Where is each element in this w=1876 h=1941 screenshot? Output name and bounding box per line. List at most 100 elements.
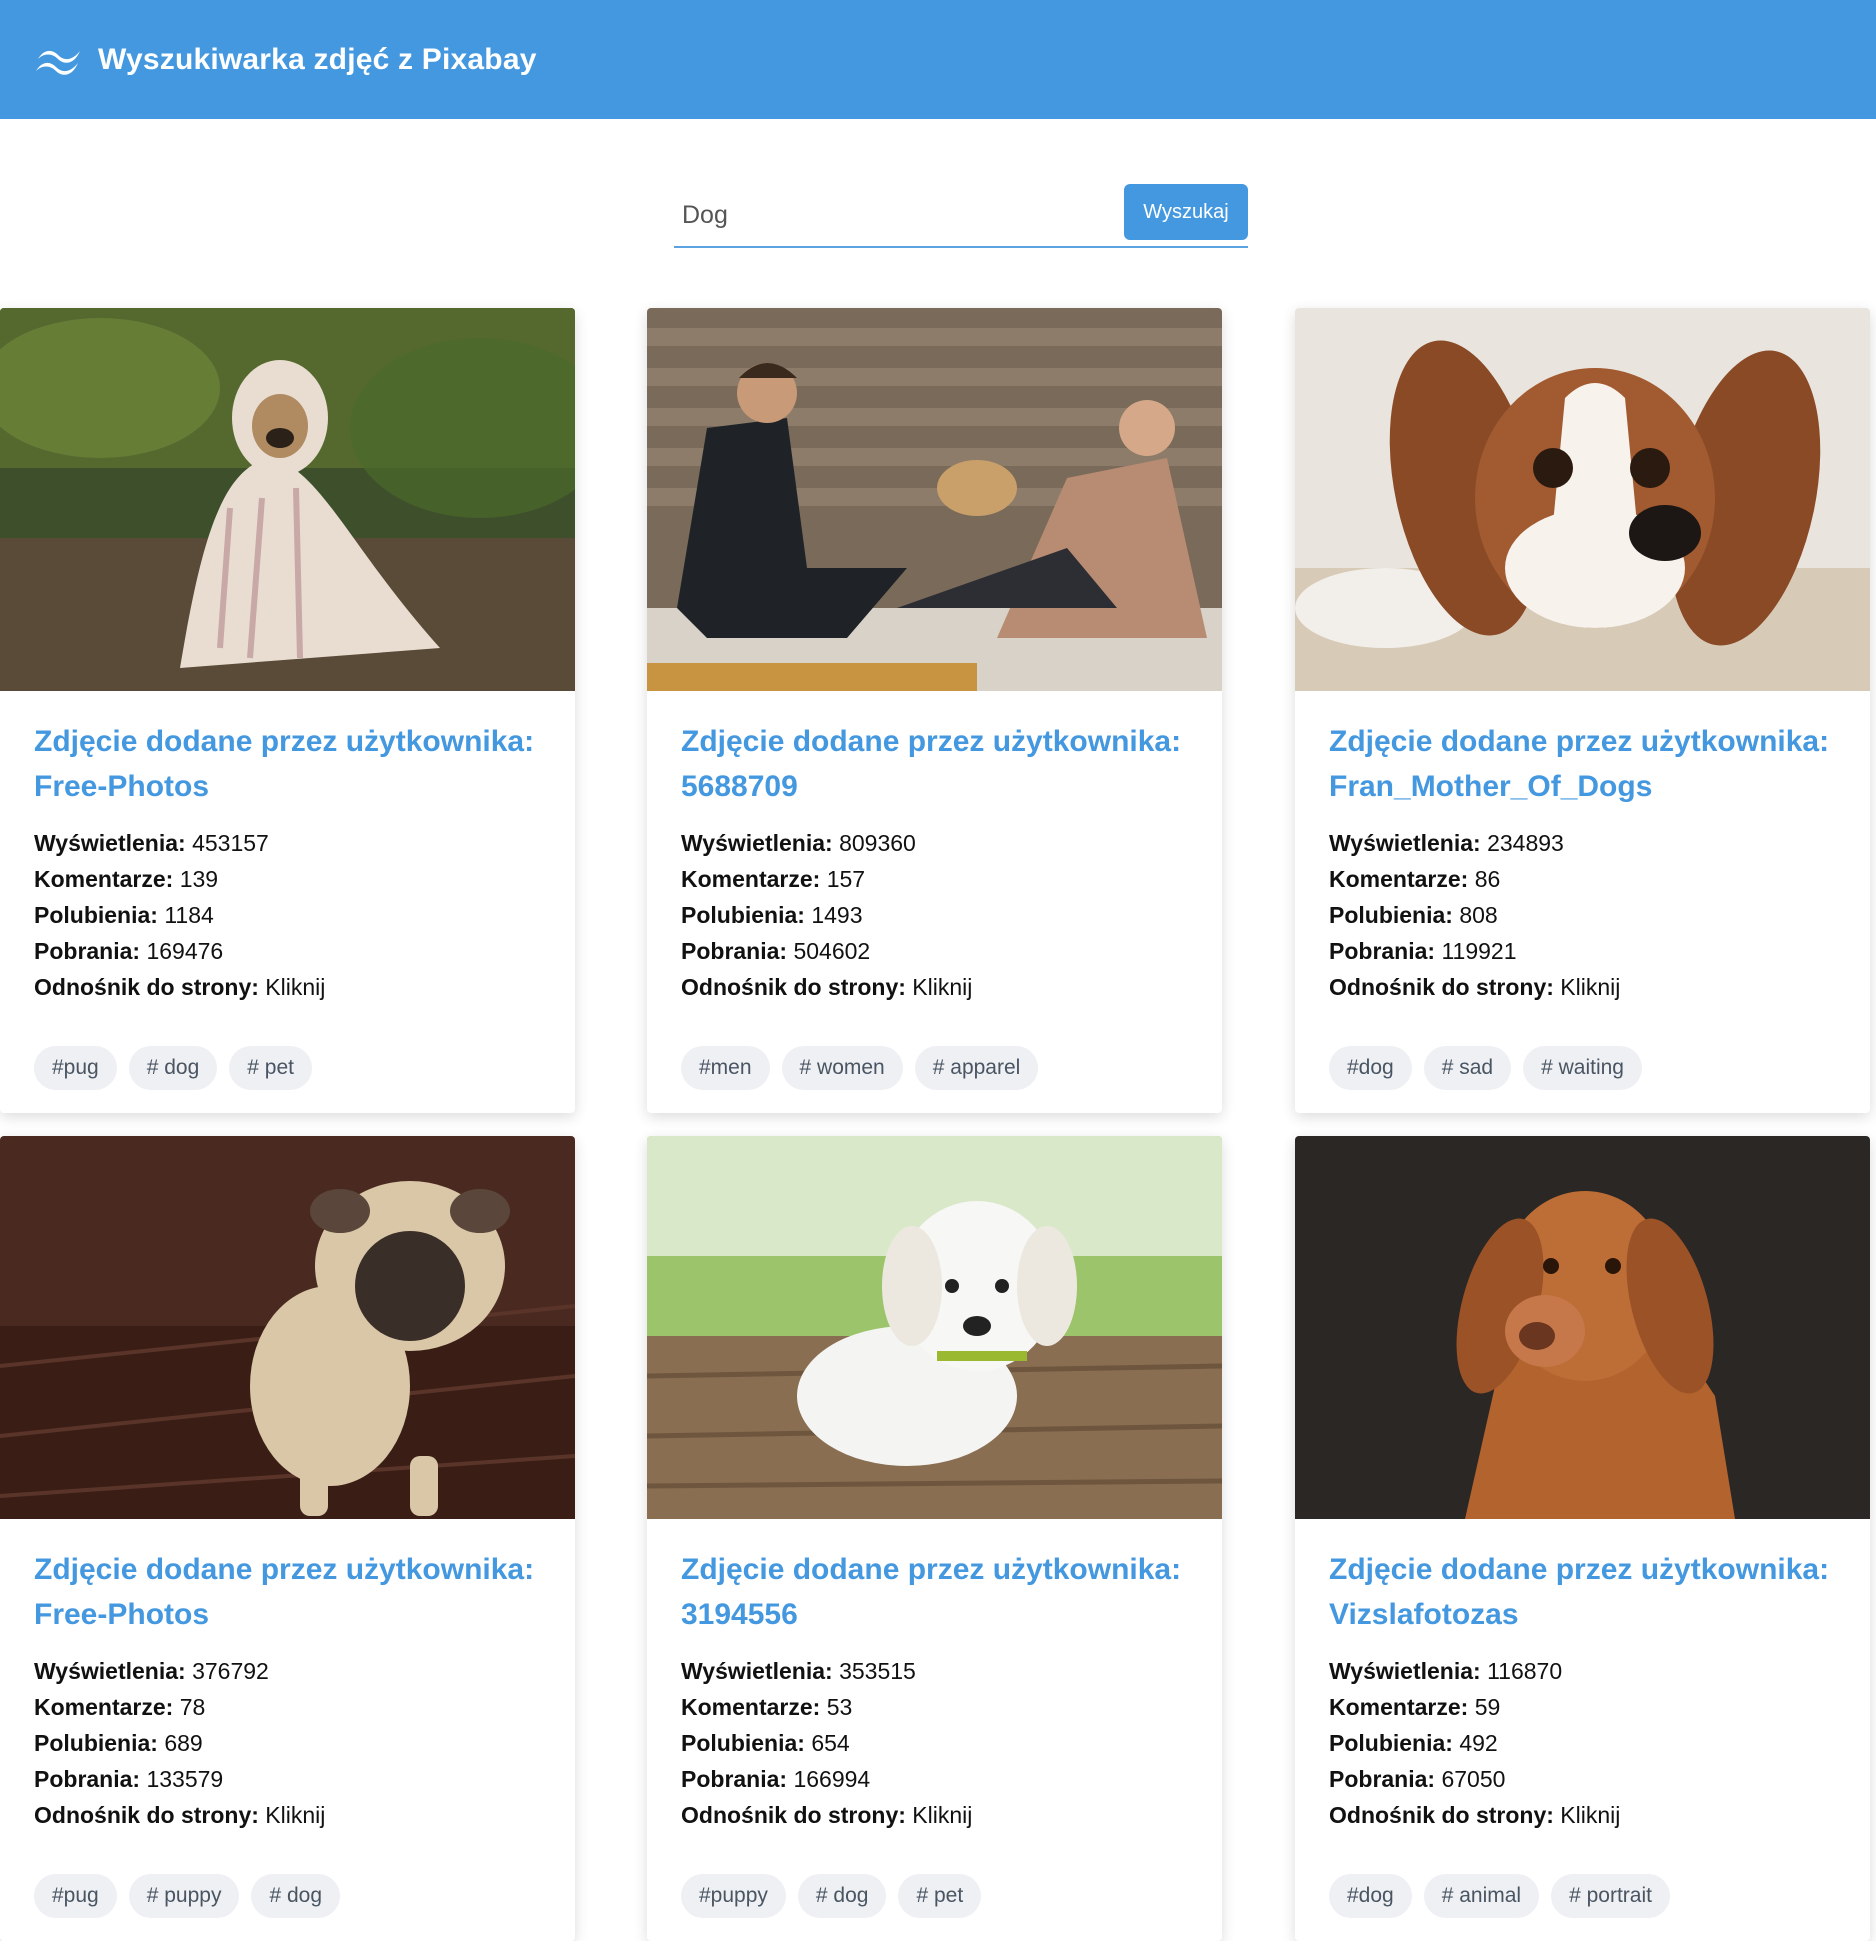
views-value: 353515 — [839, 1658, 916, 1684]
tag[interactable]: # dog — [251, 1874, 341, 1918]
tag[interactable]: # dog — [128, 1046, 218, 1090]
likes-row: Polubienia: 492 — [1329, 1725, 1836, 1761]
image-card: Zdjęcie dodane przez użytkownika: 568870… — [647, 308, 1222, 1113]
tag[interactable]: # portrait — [1551, 1874, 1670, 1918]
views-row: Wyświetlenia: 453157 — [34, 825, 541, 861]
card-author[interactable]: Free-Photos — [34, 1598, 209, 1631]
downloads-row: Pobrania: 133579 — [34, 1761, 541, 1797]
tag[interactable]: #pug — [34, 1874, 117, 1918]
card-photo[interactable] — [0, 308, 575, 691]
page-link[interactable]: Kliknij — [1560, 1802, 1620, 1828]
card-title: Zdjęcie dodane przez użytkownika: 319455… — [681, 1547, 1188, 1637]
tag-list: #men # women # apparel — [681, 1046, 1039, 1090]
link-label: Odnośnik do strony: — [681, 1802, 906, 1828]
wave-logo-icon[interactable] — [34, 43, 84, 77]
likes-value: 492 — [1459, 1730, 1498, 1756]
comments-value: 78 — [179, 1694, 206, 1720]
link-row: Odnośnik do strony: Kliknij — [34, 969, 541, 1005]
card-title: Zdjęcie dodane przez użytkownika: Fran_M… — [1329, 719, 1836, 809]
views-row: Wyświetlenia: 116870 — [1329, 1653, 1836, 1689]
downloads-row: Pobrania: 119921 — [1329, 933, 1836, 969]
card-title: Zdjęcie dodane przez użytkownika: Free-P… — [34, 719, 541, 809]
downloads-label: Pobrania: — [34, 938, 141, 964]
card-title: Zdjęcie dodane przez użytkownika: 568870… — [681, 719, 1188, 809]
downloads-row: Pobrania: 166994 — [681, 1761, 1188, 1797]
tag[interactable]: # puppy — [128, 1874, 240, 1918]
comments-value: 53 — [826, 1694, 853, 1720]
likes-row: Polubienia: 654 — [681, 1725, 1188, 1761]
likes-label: Polubienia: — [681, 1730, 805, 1756]
tag[interactable]: # waiting — [1523, 1046, 1642, 1090]
card-photo[interactable] — [647, 1136, 1222, 1519]
page-link[interactable]: Kliknij — [912, 1802, 972, 1828]
tag[interactable]: # dog — [797, 1874, 887, 1918]
tag[interactable]: #puppy — [681, 1874, 786, 1918]
page-link[interactable]: Kliknij — [1560, 974, 1620, 1000]
tag[interactable]: # women — [781, 1046, 903, 1090]
page-link[interactable]: Kliknij — [265, 1802, 325, 1828]
comments-row: Komentarze: 78 — [34, 1689, 541, 1725]
views-row: Wyświetlenia: 353515 — [681, 1653, 1188, 1689]
link-label: Odnośnik do strony: — [34, 974, 259, 1000]
tag[interactable]: # apparel — [914, 1046, 1039, 1090]
tag[interactable]: #dog — [1329, 1046, 1412, 1090]
views-value: 116870 — [1487, 1658, 1563, 1684]
search-bar: Wyszukaj — [674, 184, 1248, 248]
likes-label: Polubienia: — [34, 1730, 158, 1756]
card-author[interactable]: Vizslafotozas — [1329, 1598, 1519, 1631]
page-link[interactable]: Kliknij — [265, 974, 325, 1000]
comments-row: Komentarze: 139 — [34, 861, 541, 897]
search-input[interactable] — [674, 185, 1124, 245]
card-author[interactable]: 5688709 — [681, 770, 798, 803]
tag-list: #dog # animal # portrait — [1329, 1874, 1670, 1918]
views-label: Wyświetlenia: — [1329, 830, 1481, 856]
likes-value: 1184 — [164, 902, 214, 928]
views-row: Wyświetlenia: 809360 — [681, 825, 1188, 861]
title-prefix: Zdjęcie dodane przez użytkownika: — [681, 725, 1182, 758]
tag[interactable]: #pug — [34, 1046, 117, 1090]
downloads-label: Pobrania: — [1329, 938, 1436, 964]
views-row: Wyświetlenia: 234893 — [1329, 825, 1836, 861]
likes-label: Polubienia: — [34, 902, 158, 928]
card-author[interactable]: Free-Photos — [34, 770, 209, 803]
comments-label: Komentarze: — [681, 866, 821, 892]
card-photo[interactable] — [1295, 308, 1870, 691]
tag[interactable]: # sad — [1423, 1046, 1512, 1090]
card-author[interactable]: 3194556 — [681, 1598, 798, 1631]
views-label: Wyświetlenia: — [681, 830, 833, 856]
page-title[interactable]: Wyszukiwarka zdjęć z Pixabay — [98, 43, 537, 77]
tag[interactable]: # pet — [898, 1874, 982, 1918]
card-photo[interactable] — [0, 1136, 575, 1519]
downloads-value: 133579 — [146, 1766, 224, 1792]
tag[interactable]: # pet — [229, 1046, 312, 1090]
tag-list: #pug # puppy # dog — [34, 1874, 341, 1918]
tag[interactable]: # animal — [1423, 1874, 1540, 1918]
tag[interactable]: #dog — [1329, 1874, 1412, 1918]
tag-list: #dog # sad # waiting — [1329, 1046, 1642, 1090]
likes-row: Polubienia: 808 — [1329, 897, 1836, 933]
tag-list: #puppy # dog # pet — [681, 1874, 982, 1918]
card-photo[interactable] — [1295, 1136, 1870, 1519]
likes-row: Polubienia: 1493 — [681, 897, 1188, 933]
views-label: Wyświetlenia: — [681, 1658, 833, 1684]
comments-row: Komentarze: 157 — [681, 861, 1188, 897]
views-label: Wyświetlenia: — [34, 830, 186, 856]
page-link[interactable]: Kliknij — [912, 974, 972, 1000]
card-stats: Wyświetlenia: 376792 Komentarze: 78 Polu… — [34, 1653, 541, 1833]
downloads-label: Pobrania: — [34, 1766, 141, 1792]
link-row: Odnośnik do strony: Kliknij — [1329, 1797, 1836, 1833]
card-author[interactable]: Fran_Mother_Of_Dogs — [1329, 770, 1652, 803]
comments-row: Komentarze: 86 — [1329, 861, 1836, 897]
tag[interactable]: #men — [681, 1046, 770, 1090]
link-label: Odnośnik do strony: — [681, 974, 906, 1000]
link-row: Odnośnik do strony: Kliknij — [1329, 969, 1836, 1005]
views-value: 376792 — [192, 1658, 269, 1684]
card-title: Zdjęcie dodane przez użytkownika: Vizsla… — [1329, 1547, 1836, 1637]
comments-value: 59 — [1474, 1694, 1501, 1720]
title-prefix: Zdjęcie dodane przez użytkownika: — [34, 1553, 535, 1586]
card-photo[interactable] — [647, 308, 1222, 691]
comments-row: Komentarze: 53 — [681, 1689, 1188, 1725]
downloads-row: Pobrania: 504602 — [681, 933, 1188, 969]
views-value: 234893 — [1487, 830, 1564, 856]
search-button[interactable]: Wyszukaj — [1124, 184, 1248, 240]
